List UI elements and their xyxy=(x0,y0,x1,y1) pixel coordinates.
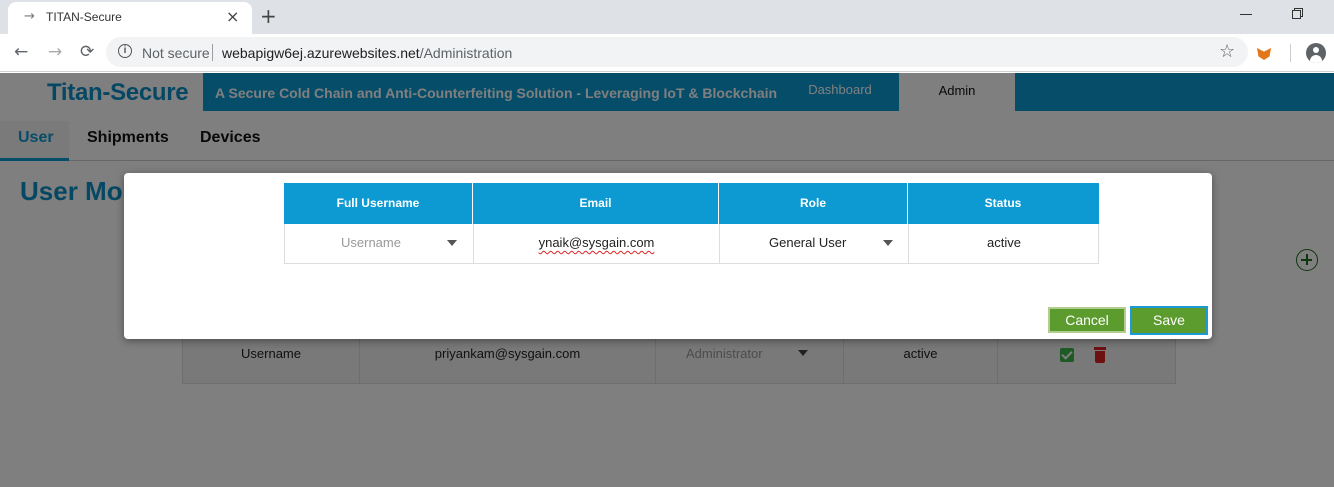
url-host: webapigw6ej.azurewebsites.net xyxy=(222,45,420,61)
reload-icon[interactable]: ⟳ xyxy=(80,42,94,62)
profile-icon[interactable] xyxy=(1306,43,1326,63)
caret-down-icon xyxy=(447,240,457,246)
modal-table-header: Full Username Email Role Status xyxy=(284,183,1099,224)
not-secure-label: Not secure xyxy=(142,45,210,61)
header-email: Email xyxy=(473,183,719,224)
url-text: webapigw6ej.azurewebsites.net/Administra… xyxy=(222,45,512,61)
role-select-value: General User xyxy=(769,235,847,250)
back-icon[interactable]: ← xyxy=(14,42,28,62)
edit-user-modal: Full Username Email Role Status Username… xyxy=(124,173,1212,339)
header-role: Role xyxy=(719,183,908,224)
window-restore-button[interactable] xyxy=(1292,8,1304,20)
toolbar-divider xyxy=(1290,44,1291,62)
email-field: ynaik@sysgain.com xyxy=(474,224,720,263)
username-select-value: Username xyxy=(341,235,401,250)
url-path: /Administration xyxy=(419,45,513,61)
app: Titan-Secure A Secure Cold Chain and Ant… xyxy=(0,73,1334,487)
tab-close-icon[interactable]: × xyxy=(226,7,239,26)
extension-icon[interactable] xyxy=(1257,48,1271,60)
role-select[interactable]: General User xyxy=(720,224,909,263)
forward-icon[interactable]: → xyxy=(48,42,62,62)
tab-favicon-icon: → xyxy=(24,9,35,24)
address-bar: ← → ⟳ i Not secure webapigw6ej.azurewebs… xyxy=(0,34,1334,72)
omnibox-divider xyxy=(212,44,213,61)
modal-table-row: Username ynaik@sysgain.com General User … xyxy=(284,224,1099,264)
window-minimize-button[interactable] xyxy=(1240,4,1254,24)
header-status: Status xyxy=(984,196,1022,210)
info-icon[interactable]: i xyxy=(118,44,132,58)
tab-title: TITAN-Secure xyxy=(46,10,122,24)
caret-down-icon xyxy=(883,240,893,246)
email-value: ynaik@sysgain.com xyxy=(538,235,655,250)
browser-tabstrip: → TITAN-Secure × + xyxy=(0,0,1334,34)
browser-tab[interactable]: → TITAN-Secure × xyxy=(8,2,252,34)
save-button[interactable]: Save xyxy=(1130,306,1208,335)
new-tab-button[interactable]: + xyxy=(260,4,277,28)
username-select[interactable]: Username xyxy=(285,224,474,263)
cancel-button[interactable]: Cancel xyxy=(1048,307,1126,333)
header-full-username: Full Username xyxy=(284,183,473,224)
status-value: active xyxy=(987,235,1021,250)
bookmark-star-icon[interactable]: ☆ xyxy=(1219,41,1235,62)
url-input[interactable]: i Not secure webapigw6ej.azurewebsites.n… xyxy=(106,37,1248,67)
